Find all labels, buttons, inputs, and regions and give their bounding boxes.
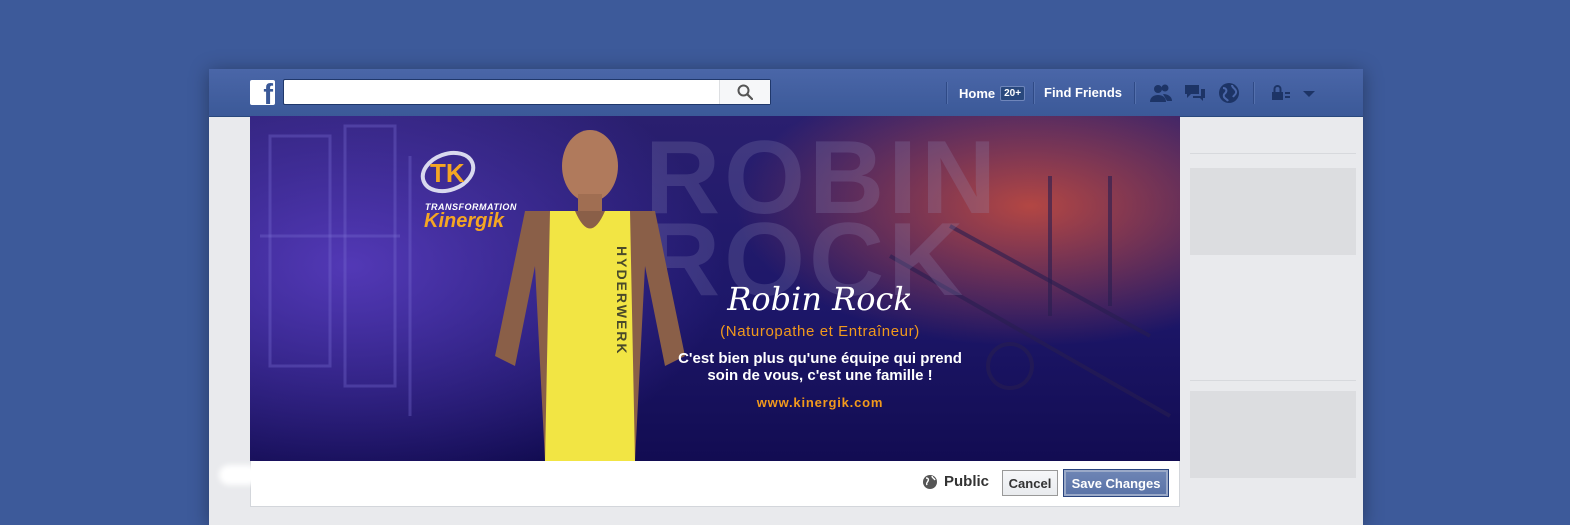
- nav-home-link[interactable]: Home 20+: [959, 83, 1026, 103]
- globe-icon: [923, 474, 937, 489]
- cover-edit-bar: Public Cancel Save Changes: [250, 461, 1180, 507]
- search-input[interactable]: [284, 80, 720, 104]
- cover-photo[interactable]: ROBIN ROCK TK TRANSFORMATION Kinergik HY…: [250, 116, 1180, 461]
- search-icon: [737, 84, 753, 100]
- notifications-globe-icon[interactable]: [1217, 81, 1241, 105]
- nav-divider: [946, 82, 948, 104]
- privacy-lock-icon[interactable]: [1267, 81, 1291, 105]
- logo-letter: f: [263, 80, 273, 106]
- sidebar-placeholder: [1190, 168, 1356, 255]
- save-changes-button[interactable]: Save Changes: [1064, 470, 1168, 496]
- search-button[interactable]: [719, 80, 770, 104]
- nav-find-friends-link[interactable]: Find Friends: [1044, 83, 1122, 103]
- friend-requests-icon[interactable]: [1149, 81, 1173, 105]
- sidebar-divider: [1190, 380, 1356, 381]
- trainer-photo: HYDERWERK: [495, 130, 685, 461]
- tagline-line-2: soin de vous, c'est une famille !: [707, 367, 933, 384]
- cover-website: www.kinergik.com: [756, 395, 884, 410]
- search-box: [283, 79, 771, 105]
- nav-divider: [1253, 82, 1255, 104]
- cover-tagline: C'est bien plus qu'une équipe qui prend …: [650, 350, 990, 384]
- top-navigation-bar: f Home 20+ Find Friends: [209, 69, 1363, 117]
- tagline-line-1: C'est bien plus qu'une équipe qui prend: [678, 350, 962, 367]
- decorative-smudge: [219, 465, 259, 485]
- shirt-text: HYDERWERK: [614, 246, 630, 356]
- account-menu-chevron-icon[interactable]: [1297, 81, 1321, 105]
- right-sidebar: [1190, 116, 1356, 525]
- facebook-logo-icon[interactable]: f: [250, 80, 275, 105]
- cover-subtitle: (Naturopathe et Entraîneur): [720, 323, 920, 340]
- sidebar-placeholder: [1190, 391, 1356, 478]
- home-label: Home: [959, 85, 996, 101]
- sidebar-divider: [1190, 153, 1356, 154]
- cover-name: Robin Rock: [727, 280, 913, 318]
- nav-divider: [1134, 82, 1136, 104]
- cancel-button[interactable]: Cancel: [1002, 470, 1058, 496]
- nav-divider: [1033, 82, 1035, 104]
- facebook-window: f Home 20+ Find Friends ROBIN ROCK TK TR…: [209, 69, 1363, 525]
- privacy-label: Public: [944, 473, 990, 490]
- privacy-selector[interactable]: Public: [922, 473, 989, 490]
- logo-letters: TK: [430, 158, 465, 188]
- home-badge: 20+: [1000, 85, 1026, 101]
- messages-icon[interactable]: [1183, 81, 1207, 105]
